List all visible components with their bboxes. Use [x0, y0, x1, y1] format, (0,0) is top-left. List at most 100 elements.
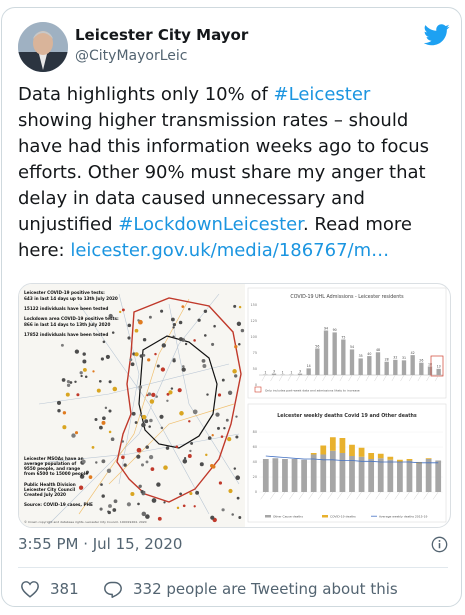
case-dot [172, 326, 175, 329]
covid-deaths-bar [310, 453, 317, 455]
legend-label: COVID-19 deaths [330, 515, 356, 519]
case-dot [148, 315, 152, 319]
case-dot [202, 364, 207, 368]
other-deaths-bar [349, 456, 355, 492]
case-dot [74, 349, 80, 354]
admissions-bar [393, 359, 398, 375]
case-dot [98, 379, 102, 383]
case-dot [218, 481, 222, 485]
case-dot [127, 323, 132, 328]
covid-deaths-bar [425, 458, 432, 459]
legend-label: Other Cause deaths [273, 515, 303, 519]
case-dot [192, 409, 198, 415]
media-infographic: Leicester COVID-19 positive tests: 643 i… [19, 284, 447, 527]
note-line: Created July 2020 [24, 492, 66, 497]
other-deaths-bar [291, 459, 298, 492]
case-dot [126, 502, 131, 507]
case-dot [144, 419, 149, 424]
case-dot [206, 393, 209, 396]
case-dot [80, 374, 83, 378]
case-dot [157, 516, 162, 521]
case-dot [106, 468, 112, 474]
case-dot [96, 388, 101, 393]
y-tick-label: 0 [255, 490, 257, 494]
note-line: Source: COVID-19 cases, PHE [24, 502, 93, 507]
tweet-text: Data highlights only 10% of #Leicester s… [18, 82, 450, 264]
case-dot [62, 411, 67, 415]
other-deaths-bar [310, 454, 317, 492]
case-dot [181, 305, 185, 308]
case-dot [223, 426, 226, 430]
admissions-bar-label: 75 [341, 335, 345, 339]
case-dot [60, 343, 64, 347]
case-dot [112, 386, 118, 392]
case-dot [130, 491, 135, 497]
case-dot [183, 456, 187, 460]
info-icon[interactable] [431, 536, 448, 553]
like-action[interactable]: 381 [20, 580, 79, 598]
user-handle[interactable]: @CityMayorLeic [75, 48, 187, 64]
case-dot [232, 369, 237, 374]
case-dot [184, 342, 188, 346]
case-dot [207, 436, 212, 440]
twitter-bird-icon[interactable] [424, 24, 450, 46]
tweet-link[interactable]: leicester.gov.uk/media/186767/m… [70, 240, 389, 261]
admissions-bar [271, 373, 277, 375]
footer-divider [18, 567, 448, 568]
admissions-chart: COVID-19 UHL Admissions - Leicester resi… [247, 287, 447, 399]
case-dot [203, 334, 207, 337]
reply-conversation-action[interactable]: 332 people are Tweeting about this [103, 580, 398, 598]
heart-icon [21, 581, 39, 598]
case-dot [189, 449, 192, 453]
case-dot [141, 511, 147, 517]
hashtag-leicester[interactable]: #Leicester [274, 84, 371, 105]
case-dot [221, 378, 225, 382]
case-dot [154, 352, 157, 356]
other-deaths-bar [368, 459, 375, 492]
case-dot [134, 421, 138, 424]
case-dot [233, 467, 237, 470]
case-dot [235, 475, 241, 481]
case-dot [91, 446, 95, 449]
admissions-bar [427, 366, 433, 375]
case-dot [137, 502, 140, 506]
case-dot [94, 417, 98, 422]
case-dot [231, 513, 234, 516]
case-dot [236, 321, 242, 326]
case-dot [136, 447, 142, 453]
case-dot [228, 488, 233, 494]
conversation-count-text: 332 people are Tweeting about this [133, 580, 398, 598]
hashtag-lockdownleicester[interactable]: #LockdownLeicester [118, 214, 303, 235]
other-deaths-bar [387, 459, 394, 492]
case-dot [145, 514, 150, 519]
case-dot [140, 463, 145, 467]
admissions-bar-label: 31 [402, 356, 406, 360]
case-dot [190, 441, 194, 445]
case-dot [238, 342, 241, 346]
case-dot [108, 409, 112, 413]
case-dot [187, 454, 192, 458]
case-dot [193, 339, 196, 342]
admissions-bar [332, 332, 337, 375]
case-dot [104, 406, 108, 410]
case-dot [145, 445, 149, 449]
case-dot [147, 392, 152, 396]
case-dot [161, 343, 166, 348]
case-dot [160, 367, 166, 372]
admissions-bar-label: 13 [437, 365, 441, 369]
other-deaths-bar [406, 460, 413, 492]
admissions-bar-label: 56 [315, 344, 319, 348]
case-dot [155, 395, 158, 398]
case-dot [57, 409, 61, 413]
case-dot [182, 504, 186, 508]
case-dot [74, 431, 79, 435]
case-dot [172, 359, 176, 363]
tweet-timestamp[interactable]: 3:55 PM · Jul 15, 2020 [18, 535, 182, 553]
case-dot [78, 485, 84, 490]
avatar[interactable] [18, 22, 68, 72]
tweet-media-image[interactable]: Leicester COVID-19 positive tests: 643 i… [18, 283, 451, 528]
case-dot [163, 501, 166, 504]
case-dot [234, 345, 238, 349]
case-dot [129, 358, 133, 362]
display-name[interactable]: Leicester City Mayor [75, 26, 248, 44]
